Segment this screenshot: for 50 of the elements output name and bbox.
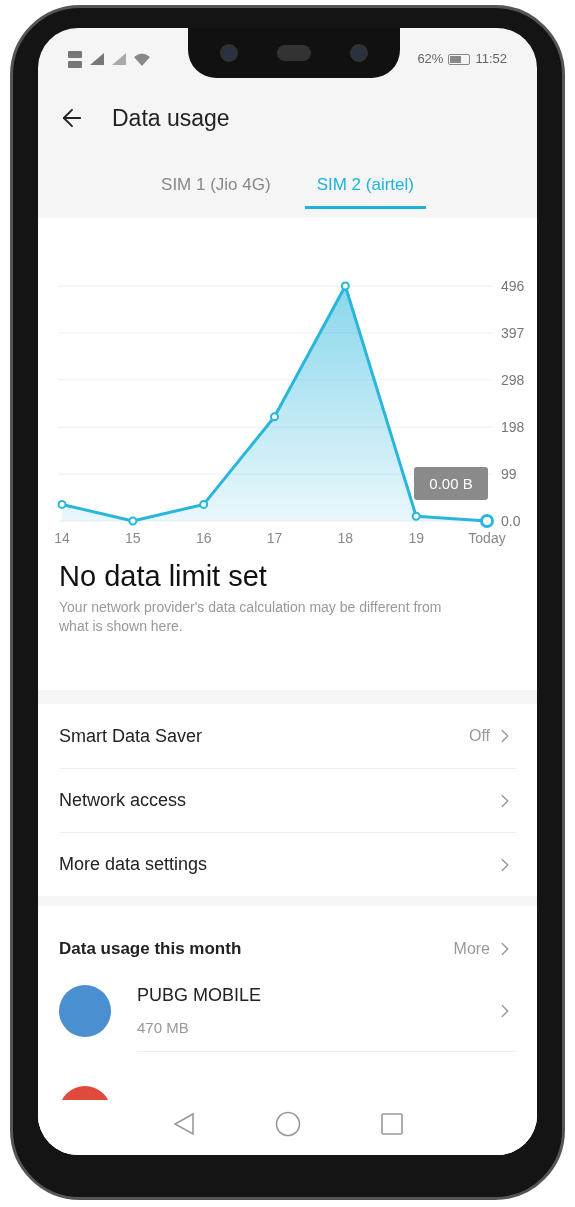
data-point <box>480 514 494 528</box>
axis-label: 17 <box>266 530 283 546</box>
app-row[interactable]: PUBG MOBILE 470 MB <box>38 971 537 1051</box>
battery-icon <box>448 53 471 65</box>
app-name: PUBG MOBILE <box>137 984 263 1008</box>
setting-value: Off <box>468 726 490 746</box>
wifi-icon <box>134 52 150 66</box>
app-icon-placeholder <box>59 985 111 1037</box>
data-point <box>57 499 67 509</box>
axis-label: 198 <box>501 419 525 436</box>
setting-label: More data settings <box>59 853 208 876</box>
clock-time: 11:52 <box>475 50 507 69</box>
axis-label: 397 <box>501 324 525 341</box>
axis-label: 99 <box>501 466 517 483</box>
sim-icon <box>68 50 82 68</box>
signal-icon <box>90 53 104 65</box>
signal-icon <box>112 53 126 65</box>
axis-label: Today <box>468 530 506 546</box>
app-usage: 470 MB <box>137 1018 190 1039</box>
settings-row[interactable]: Network access <box>59 768 516 832</box>
data-point <box>270 412 279 422</box>
settings-row[interactable]: More data settings <box>59 832 516 896</box>
camera-icon <box>220 44 238 62</box>
axis-label: 0.0 <box>501 513 521 529</box>
page-title: Data usage <box>112 103 230 133</box>
battery-percent: 62% <box>417 50 444 69</box>
data-point <box>411 511 421 521</box>
setting-label: Smart Data Saver <box>59 724 203 748</box>
axis-label: 19 <box>408 530 424 546</box>
data-point <box>199 499 209 509</box>
settings-row[interactable]: Smart Data Saver Off <box>59 704 516 768</box>
data-point <box>340 281 350 291</box>
axis-label: 15 <box>125 530 141 546</box>
axis-label: 16 <box>195 530 212 546</box>
axis-label: 496 <box>501 278 525 294</box>
annotation: 0.00 B <box>429 475 473 492</box>
home-circle-icon[interactable] <box>274 1110 301 1137</box>
camera-icon <box>350 44 368 62</box>
recents-square-icon[interactable] <box>380 1112 403 1135</box>
data-point <box>128 516 138 526</box>
setting-label: Network access <box>59 789 187 812</box>
axis-label: 14 <box>54 530 70 546</box>
disclaimer-text: Your network provider's data calculation may be different from what is shown here. <box>59 598 443 636</box>
section-heading: Data usage this month <box>59 937 242 960</box>
value-tooltip: 0.00 B <box>414 467 488 500</box>
limit-heading: No data limit set <box>59 559 268 594</box>
back-triangle-icon[interactable] <box>172 1111 195 1136</box>
axis-label: 18 <box>337 530 354 546</box>
speaker-icon <box>277 45 311 61</box>
axis-label: 298 <box>501 371 525 388</box>
